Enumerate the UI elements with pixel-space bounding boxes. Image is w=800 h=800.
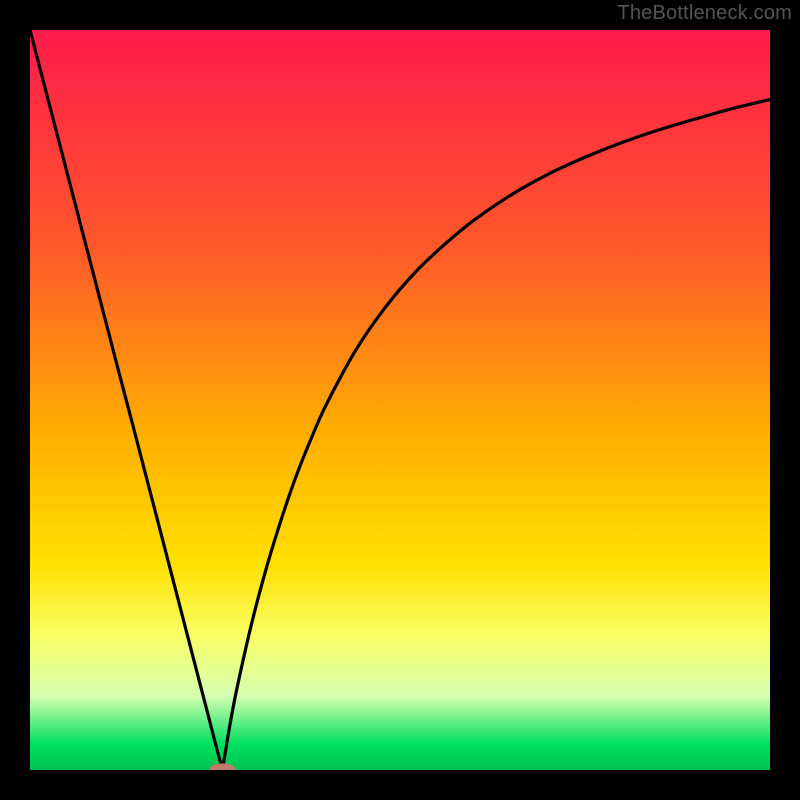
chart-frame: TheBottleneck.com [0,0,800,800]
plot-area [30,30,770,770]
bottleneck-curve-plot [30,30,770,770]
gradient-background [30,30,770,770]
watermark-text: TheBottleneck.com [617,2,792,25]
